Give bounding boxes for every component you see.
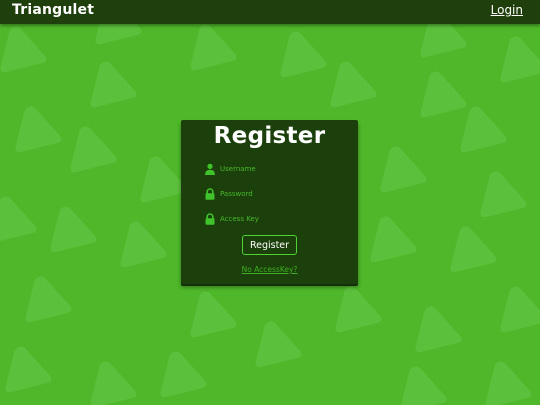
username-field-row [204,162,344,178]
access-key-input[interactable] [220,212,340,226]
register-form: Register Register No AccessKey? [181,120,358,284]
password-field-row [204,187,344,203]
no-access-key-link[interactable]: No AccessKey? [181,265,358,274]
lock-icon [205,188,215,200]
lock-icon [205,213,215,225]
form-title: Register [213,123,326,149]
username-input[interactable] [220,162,340,176]
top-navbar: Triangulet Login [0,0,540,24]
login-link[interactable]: Login [491,3,523,17]
brand-logo[interactable]: Triangulet [12,2,94,18]
user-icon [205,163,215,175]
register-button[interactable]: Register [242,235,297,255]
password-input[interactable] [220,187,340,201]
access-key-field-row [204,212,344,228]
